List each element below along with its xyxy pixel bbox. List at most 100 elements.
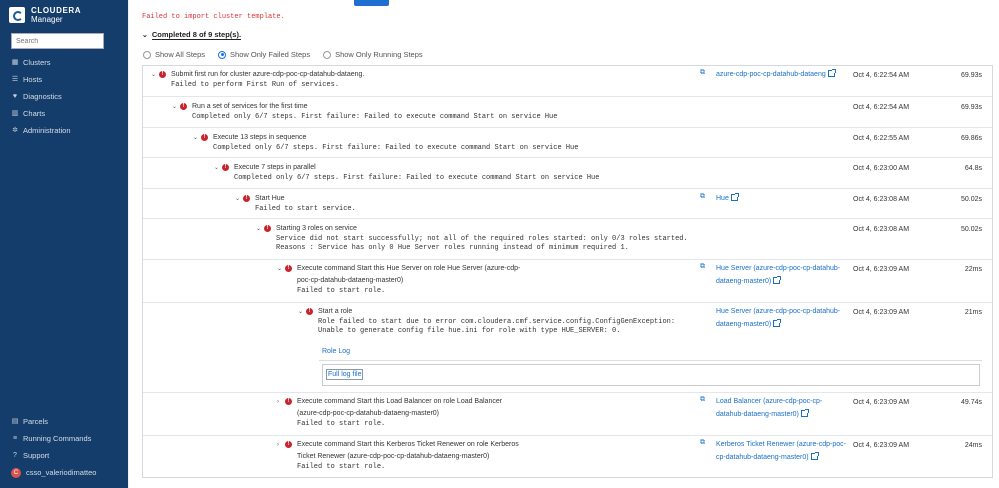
sidebar-item-hosts[interactable]: ☰ Hosts — [11, 71, 71, 88]
step-duration: 64.8s — [964, 165, 982, 172]
chevron-down-icon[interactable]: ⌄ — [172, 101, 180, 113]
chevron-down-icon[interactable]: ⌄ — [214, 162, 222, 174]
step-message: Failed to start role. — [297, 463, 386, 471]
full-log-file-link[interactable]: Full log file — [326, 369, 364, 380]
sidebar-item-running-commands[interactable]: ≡ Running Commands — [11, 430, 96, 447]
step-title-continued: (azure-cdp-poc-cp-datahub-dataeng-master… — [297, 410, 440, 417]
error-icon: ! — [306, 308, 313, 315]
chevron-right-icon[interactable]: › — [277, 439, 285, 451]
external-link-icon — [827, 69, 836, 77]
step-duration: 24ms — [964, 442, 982, 449]
step-start-time: Oct 4, 6:22:54 AM — [853, 72, 910, 79]
step-row: ⌄! Start Hue Failed to start service. ⧉ H… — [143, 188, 992, 218]
step-message: Failed to start role. — [297, 420, 386, 428]
hosts-icon: ☰ — [11, 75, 19, 83]
step-row: ⌄! Execute 7 steps in parallel Completed … — [143, 157, 992, 188]
filter-show-only-running-steps[interactable]: Show Only Running Steps — [323, 50, 423, 59]
brand-name: CLOUDERA — [31, 6, 82, 15]
step-title: Execute 7 steps in parallel — [234, 164, 316, 171]
step-filter-group: Show All Steps Show Only Failed Steps Sh… — [143, 50, 436, 59]
error-icon: ! — [243, 195, 250, 202]
chevron-down-icon[interactable]: ⌄ — [277, 263, 285, 275]
steps-tree: ⌄! Submit first run for cluster azure-cdp… — [142, 65, 993, 478]
sidebar: CLOUDERA Manager ▦Clusters ☰Hosts ♥Diagn… — [0, 0, 128, 488]
step-start-time: Oct 4, 6:23:00 AM — [853, 165, 910, 172]
step-message: Failed to perform First Run of services. — [171, 81, 340, 89]
main-content: Failed to import cluster template. ⌄ Com… — [129, 0, 999, 488]
chevron-down-icon[interactable]: ⌄ — [151, 69, 159, 81]
charts-icon: ▥ — [11, 109, 19, 117]
top-action-button[interactable] — [354, 0, 389, 6]
search-input[interactable] — [11, 33, 104, 49]
external-link-icon — [773, 275, 782, 284]
step-start-time: Oct 4, 6:23:09 AM — [853, 266, 910, 273]
chevron-right-icon[interactable]: › — [277, 396, 285, 408]
step-context-link[interactable]: Hue — [716, 193, 848, 206]
step-context-link[interactable]: Hue Server (azure-cdp-poc-cp-datahub-dat… — [716, 263, 848, 288]
sidebar-item-administration[interactable]: ✲ Administration — [11, 122, 70, 139]
step-context-link[interactable]: Hue Server (azure-cdp-poc-cp-datahub-dat… — [716, 306, 848, 331]
brand[interactable]: CLOUDERA Manager — [9, 6, 81, 24]
step-message: Failed to start service. — [255, 205, 356, 213]
avatar: C — [11, 467, 21, 478]
step-context-link[interactable]: Load Balancer (azure-cdp-poc-cp-datahub-… — [716, 396, 848, 421]
external-link-icon[interactable]: ⧉ — [700, 396, 705, 404]
step-row: ⌄! Starting 3 roles on service Service di… — [143, 218, 992, 259]
step-start-time: Oct 4, 6:22:54 AM — [853, 104, 910, 111]
sidebar-bottom-nav: ▤ Parcels ≡ Running Commands ? Support Ccss… — [11, 413, 96, 481]
step-context-link[interactable]: azure-cdp-poc-cp-datahub-dataeng — [716, 69, 851, 82]
chevron-down-icon[interactable]: ⌄ — [193, 132, 201, 144]
steps-summary-toggle[interactable]: ⌄ Completed 8 of 9 step(s). — [142, 30, 242, 40]
step-start-time: Oct 4, 6:23:08 AM — [853, 196, 910, 203]
step-message: Completed only 6/7 steps. First failure:… — [213, 144, 579, 152]
chevron-down-icon[interactable]: ⌄ — [298, 306, 306, 318]
sidebar-item-parcels[interactable]: ▤ Parcels — [11, 413, 96, 430]
error-icon: ! — [285, 265, 292, 272]
step-row: ⌄! Run a set of services for the first ti… — [143, 96, 992, 127]
external-link-icon[interactable]: ⧉ — [700, 69, 705, 77]
step-message: Completed only 6/7 steps. First failure:… — [192, 113, 558, 121]
sidebar-item-charts[interactable]: ▥ Charts — [11, 105, 71, 122]
step-start-time: Oct 4, 6:23:09 AM — [853, 442, 910, 449]
step-title: Start Hue — [255, 195, 285, 202]
sidebar-item-support[interactable]: ? Support — [11, 447, 96, 464]
step-title-continued: poc-cp-datahub-dataeng-master0) — [297, 277, 404, 284]
step-title: Starting 3 roles on service — [276, 225, 357, 232]
step-row: ›! Execute command Start this Kerberos Ti… — [143, 435, 992, 478]
tab-role-log[interactable]: Role Log — [322, 348, 350, 355]
step-duration: 22ms — [964, 266, 982, 273]
filter-show-only-failed-steps[interactable]: Show Only Failed Steps — [218, 50, 310, 59]
step-title-continued: Ticket Renewer (azure-cdp-poc-cp-datahub… — [297, 453, 490, 460]
sidebar-item-user[interactable]: Ccsso_valeriodimatteo — [11, 464, 96, 481]
step-title: Start a role — [318, 308, 353, 315]
step-duration: 69.93s — [960, 72, 982, 79]
step-row: ›! Execute command Start this Load Balanc… — [143, 392, 992, 435]
radio-button[interactable] — [218, 50, 227, 59]
gear-icon: ✲ — [12, 126, 18, 134]
sidebar-item-clusters[interactable]: ▦ Clusters — [11, 54, 71, 71]
sidebar-item-diagnostics[interactable]: ♥ Diagnostics — [11, 88, 71, 105]
error-icon: ! — [201, 134, 208, 141]
step-duration: 69.86s — [960, 135, 982, 142]
error-icon: ! — [285, 398, 292, 405]
step-message: Role failed to start due to error com.cl… — [318, 318, 676, 335]
chevron-down-icon[interactable]: ⌄ — [256, 223, 264, 235]
step-title: Run a set of services for the first time — [192, 103, 308, 110]
brand-subtitle: Manager — [31, 15, 63, 24]
step-start-time: Oct 4, 6:22:55 AM — [853, 135, 910, 142]
import-error-message: Failed to import cluster template. — [142, 13, 285, 21]
radio-button[interactable] — [323, 50, 332, 59]
external-link-icon[interactable]: ⧉ — [700, 439, 705, 447]
step-row: ⌄! Submit first run for cluster azure-cdp… — [143, 66, 992, 96]
parcels-icon: ▤ — [11, 417, 19, 425]
step-start-time: Oct 4, 6:23:08 AM — [853, 226, 910, 233]
step-context-link[interactable]: Kerberos Ticket Renewer (azure-cdp-poc-c… — [716, 439, 848, 464]
step-start-time: Oct 4, 6:23:09 AM — [853, 309, 910, 316]
external-link-icon[interactable]: ⧉ — [700, 193, 705, 201]
radio-button[interactable] — [143, 50, 151, 59]
external-link-icon — [810, 451, 819, 460]
external-link-icon[interactable]: ⧉ — [700, 263, 705, 271]
divider — [319, 360, 982, 361]
filter-show-all-steps[interactable]: Show All Steps — [143, 50, 205, 59]
chevron-down-icon[interactable]: ⌄ — [235, 193, 243, 205]
